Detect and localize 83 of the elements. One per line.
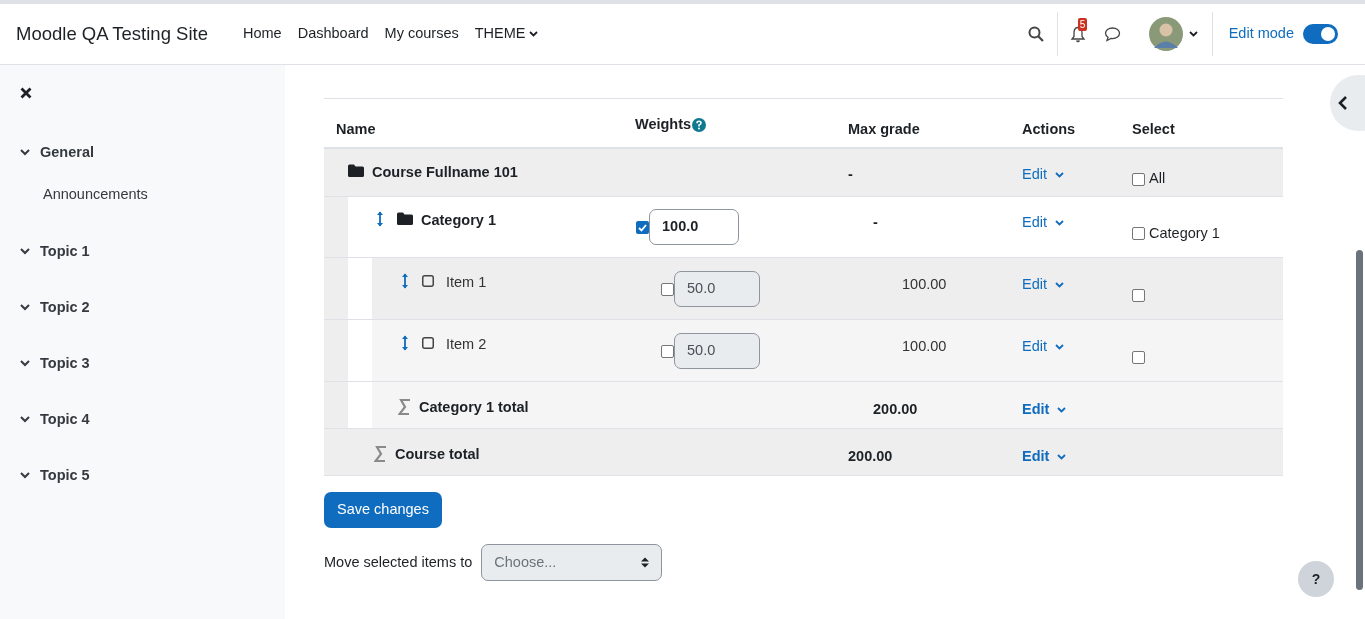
folder-icon (348, 164, 364, 177)
grade-item-name: Course total (395, 445, 480, 464)
select-label: Category 1 (1149, 223, 1220, 243)
select-checkbox[interactable] (1132, 227, 1145, 240)
edit-menu-link[interactable]: Edit (1022, 336, 1064, 358)
site-name[interactable]: Moodle QA Testing Site (16, 20, 208, 48)
caret-icon (1188, 31, 1198, 37)
column-header: Actions (1022, 121, 1076, 137)
section-link[interactable]: Topic 4 (40, 408, 90, 431)
select-label: All (1149, 169, 1166, 189)
move-icon[interactable] (400, 273, 410, 289)
max-grade: 200.00 (848, 448, 893, 464)
sigma-icon (374, 446, 387, 462)
column-header: Name (336, 121, 376, 137)
chevron-left-icon (1338, 96, 1348, 110)
caret-icon (1055, 171, 1064, 178)
folder-icon (397, 212, 413, 225)
max-grade: 100.00 (902, 338, 947, 354)
notifications-button[interactable]: 5 (1069, 18, 1092, 44)
edit-mode-label: Edit mode (1228, 24, 1294, 44)
max-grade: - (873, 214, 878, 230)
max-grade: - (848, 166, 853, 182)
grade-item-name: Category 1 (421, 211, 496, 230)
move-icon[interactable] (400, 335, 410, 351)
destination-select[interactable]: Choose... (481, 544, 663, 581)
caret-icon (1055, 219, 1064, 226)
edit-menu-link[interactable]: Edit (1022, 446, 1067, 468)
item-icon (422, 337, 434, 349)
select-checkbox[interactable] (1132, 351, 1145, 364)
help-icon (692, 117, 707, 132)
column-header: Weights (635, 115, 692, 134)
section-link[interactable]: Topic 1 (40, 240, 90, 263)
bell-icon (1069, 26, 1086, 43)
chat-bubble-icon (1103, 26, 1121, 42)
section-link[interactable]: Topic 5 (40, 464, 90, 487)
chevron-down-icon[interactable] (20, 246, 30, 257)
weight-field[interactable]: 100.0 (649, 209, 739, 245)
grade-item-name: Category 1 total (419, 398, 529, 417)
item-icon (422, 275, 434, 287)
move-label: Move selected items to (324, 552, 473, 572)
edit-menu-link[interactable]: Edit (1022, 274, 1064, 296)
edit-menu-link[interactable]: Edit (1022, 399, 1067, 421)
avatar-icon (1148, 17, 1183, 51)
close-icon (20, 87, 32, 99)
notification-badge: 5 (1077, 18, 1088, 31)
grade-item-name: Course Fullname 101 (372, 163, 518, 182)
edit-mode-toggle[interactable] (1303, 24, 1338, 44)
chevron-down-icon[interactable] (20, 148, 30, 158)
chevron-down-icon[interactable] (20, 358, 30, 369)
edit-menu-link[interactable]: Edit (1022, 164, 1064, 186)
grade-item-name: Item 1 (446, 273, 487, 292)
caret-icon (1055, 281, 1064, 288)
section-link[interactable]: Topic 3 (40, 352, 90, 375)
save-changes-button[interactable]: Save changes (324, 492, 442, 528)
user-menu[interactable] (1148, 17, 1198, 51)
chevron-down-icon[interactable] (20, 414, 30, 425)
search-icon (1027, 26, 1044, 42)
column-header: Max grade (848, 121, 920, 137)
section-link[interactable]: General (40, 142, 94, 164)
caret-icon (1055, 343, 1064, 350)
activity-link[interactable]: Announcements (43, 184, 285, 206)
chevron-down-icon[interactable] (20, 470, 30, 481)
sort-arrows-icon (641, 557, 650, 568)
caret-icon (1057, 453, 1067, 460)
weight-checkbox[interactable] (636, 221, 649, 234)
max-grade: 200.00 (873, 401, 918, 417)
grade-item-name: Item 2 (446, 335, 487, 354)
max-grade: 100.00 (902, 276, 947, 292)
scrollbar[interactable] (1356, 250, 1363, 590)
section-link[interactable]: Topic 2 (40, 296, 90, 319)
nav-link[interactable]: My courses (384, 23, 459, 45)
move-icon[interactable] (375, 211, 385, 227)
select-checkbox[interactable] (1132, 172, 1145, 186)
help-button[interactable]: ? (1298, 561, 1334, 597)
column-header: Select (1132, 121, 1175, 137)
nav-link[interactable]: Dashboard (297, 23, 369, 45)
edit-menu-link[interactable]: Edit (1022, 212, 1064, 234)
sigma-icon (398, 399, 411, 415)
chevron-down-icon[interactable] (20, 302, 30, 313)
nav-link[interactable]: Home (242, 23, 282, 45)
select-checkbox[interactable] (1132, 289, 1145, 302)
nav-link[interactable]: THEME (474, 23, 539, 45)
caret-icon (1057, 406, 1067, 413)
